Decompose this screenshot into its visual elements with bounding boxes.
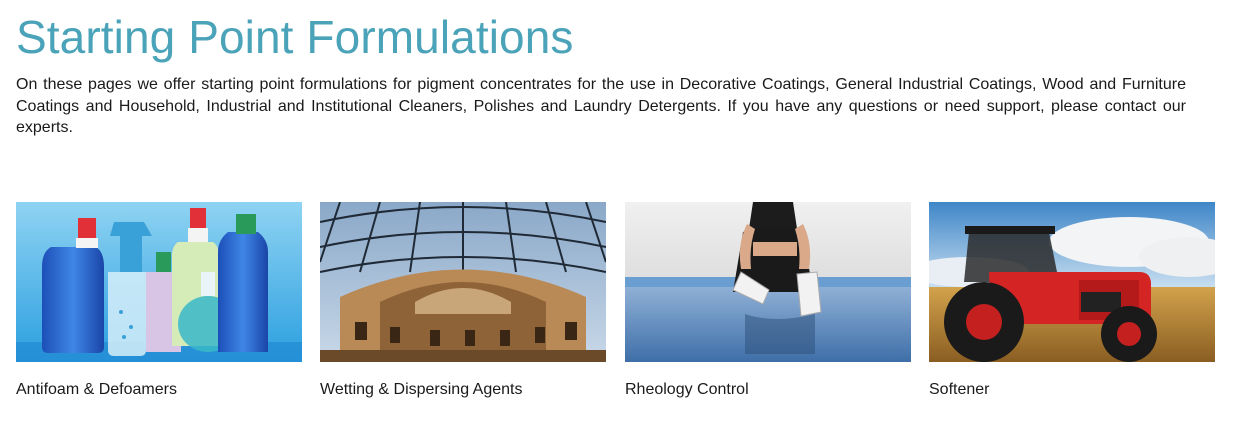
glass-dome-building-image[interactable]	[320, 202, 606, 362]
page-title: Starting Point Formulations	[16, 11, 574, 63]
red-tractor-field-image[interactable]	[929, 202, 1215, 362]
card-grid: Antifoam & Defoamers Wetting & Dispersin…	[16, 202, 1216, 412]
card-antifoam-defoamers[interactable]: Antifoam & Defoamers	[16, 202, 302, 412]
card-label[interactable]: Rheology Control	[625, 381, 749, 399]
page: Starting Point Formulations On these pag…	[0, 0, 1234, 422]
card-label[interactable]: Softener	[929, 381, 989, 399]
card-softener[interactable]: Softener	[929, 202, 1215, 412]
card-rheology-control[interactable]: Rheology Control	[625, 202, 911, 412]
intro-paragraph: On these pages we offer starting point f…	[16, 76, 1186, 136]
card-label[interactable]: Wetting & Dispersing Agents	[320, 381, 522, 399]
card-label[interactable]: Antifoam & Defoamers	[16, 381, 177, 399]
card-wetting-dispersing-agents[interactable]: Wetting & Dispersing Agents	[320, 202, 606, 412]
cleaning-bottles-image[interactable]	[16, 202, 302, 362]
person-sitting-on-floor-image[interactable]	[625, 202, 911, 362]
